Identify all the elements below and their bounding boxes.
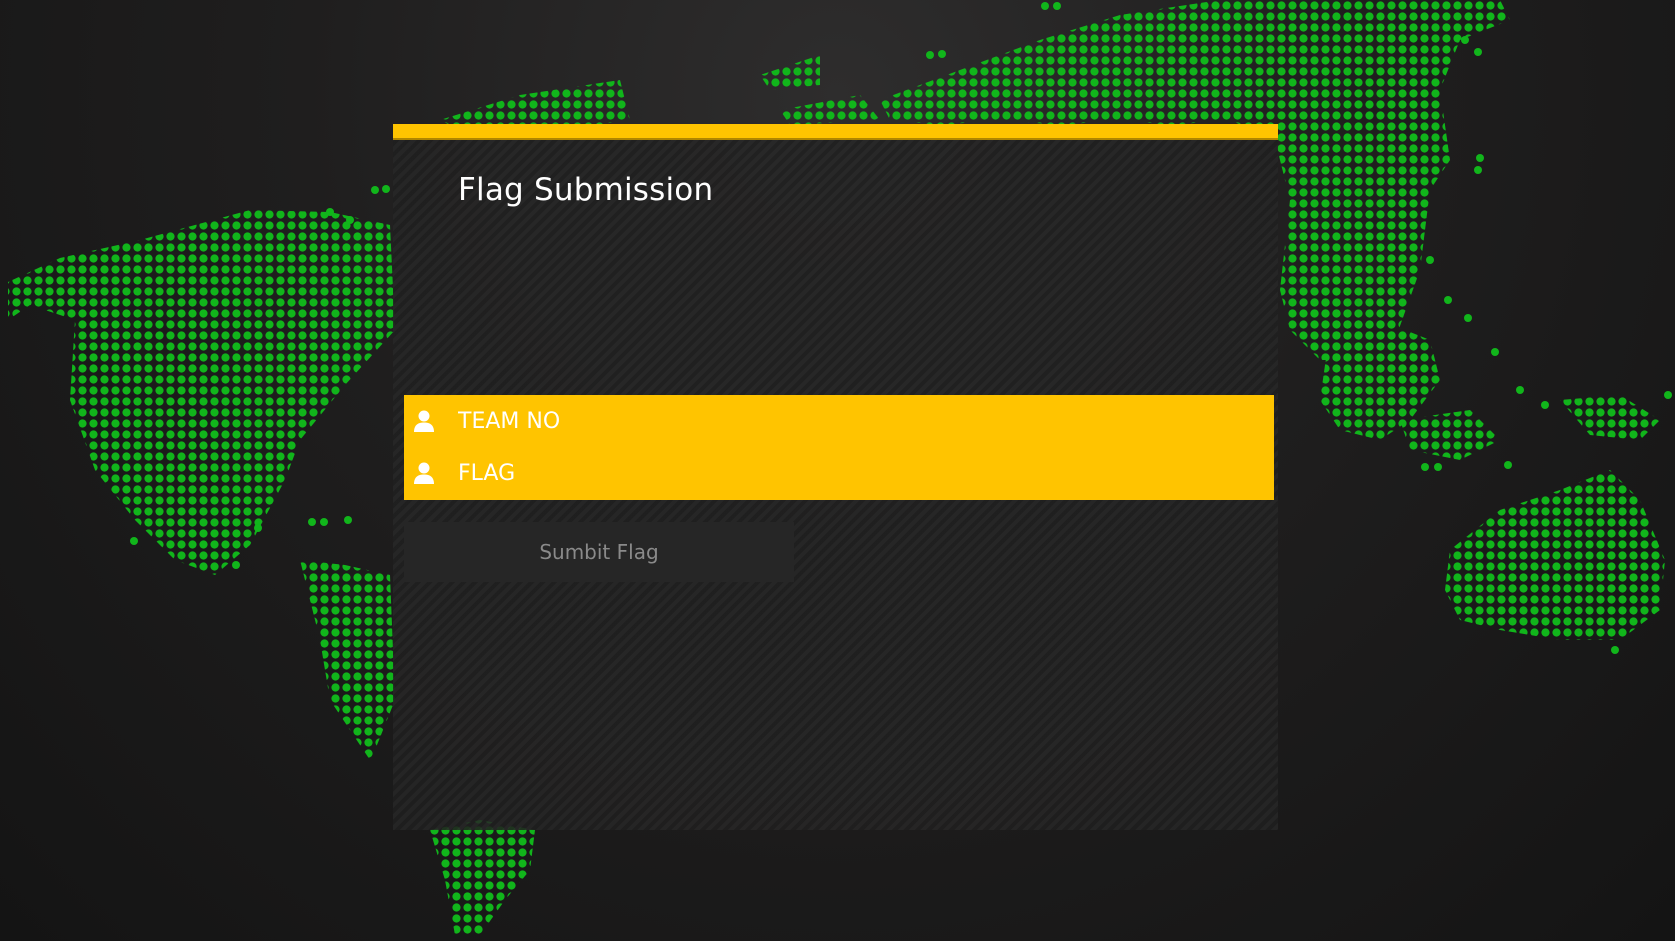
submit-flag-button[interactable]: Sumbit Flag — [404, 522, 794, 582]
panel-accent-bar — [393, 124, 1278, 138]
page-stage: Flag Submission Sumbit Flag — [0, 0, 1675, 941]
user-icon — [414, 410, 434, 432]
form-fields — [404, 395, 1274, 500]
flag-submission-panel: Flag Submission Sumbit Flag — [393, 124, 1278, 830]
team-no-row — [404, 395, 1274, 447]
team-no-input[interactable] — [458, 401, 1258, 441]
page-title: Flag Submission — [458, 172, 714, 208]
flag-row — [404, 447, 1274, 499]
flag-input[interactable] — [458, 453, 1258, 493]
user-icon — [414, 462, 434, 484]
